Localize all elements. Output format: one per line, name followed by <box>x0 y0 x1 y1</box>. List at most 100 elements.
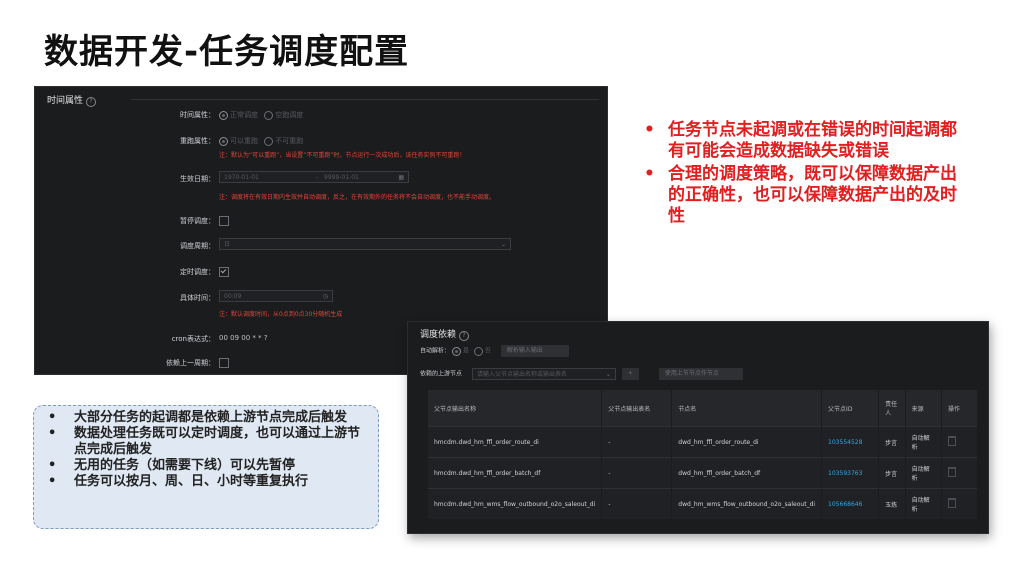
effective-date-label: 生效日期： <box>180 175 215 183</box>
upstream-placeholder: 请输入父节点输出名称或输出表名 <box>476 371 567 378</box>
col-source[interactable]: 来源 <box>905 390 943 427</box>
table-header-row: 父节点输出名称 父节点输出表名 节点名 父节点ID 责任人 来源 操作 <box>428 390 978 427</box>
schedule-period-value: 日 <box>224 241 231 248</box>
notes-box: 大部分任务的起调都是依赖上游节点完成后触发 数据处理任务既可以定时调度，也可以通… <box>33 405 379 529</box>
recommend-upstream-button[interactable]: 使用上节节点作节点 <box>658 368 743 380</box>
rerun-attribute-label: 重跑属性： <box>180 137 215 145</box>
time-section-header: 时间属性? <box>47 93 97 107</box>
cell-action <box>941 426 978 458</box>
col-node-name[interactable]: 节点名 <box>671 390 823 427</box>
page-title: 数据开发-任务调度配置 <box>44 32 410 72</box>
chevron-down-icon: ⌄ <box>500 241 506 248</box>
radio-auto-parse-no-label: 否 <box>484 347 491 355</box>
table-row: hmcdm.dwd_hm_ffl_order_batch_df - dwd_hm… <box>428 457 978 489</box>
col-parent-output[interactable]: 父节点输出名称 <box>428 390 603 427</box>
timed-schedule-checkbox[interactable] <box>219 267 229 277</box>
specific-time-value: 00:09 <box>224 293 242 300</box>
upstream-label: 依赖的上游节点 <box>420 370 463 378</box>
radio-auto-parse-yes[interactable] <box>451 346 461 356</box>
cell-parent-table: - <box>601 488 673 519</box>
cell-node-name: dwd_hm_wms_flow_outbound_o2o_saleout_di <box>671 488 823 519</box>
section-divider <box>131 99 599 100</box>
note-item: 任务可以按月、周、日、小时等重复执行 <box>44 474 370 490</box>
cell-parent-id-link[interactable]: 103593763 <box>821 457 880 489</box>
schedule-period-select[interactable]: 日 ⌄ <box>219 238 511 250</box>
end-date: 9999-01-01 <box>324 174 359 181</box>
col-parent-id[interactable]: 父节点ID <box>821 390 880 427</box>
upstream-row: 依赖的上游节点 请输入父节点输出名称或输出表名 ⌄ + 使用上节节点作节点 <box>420 368 743 380</box>
cell-parent-table: - <box>601 457 673 489</box>
specific-time-input[interactable]: 00:09 ◷ <box>219 290 333 302</box>
cron-value: 00 09 00 * * ? <box>219 334 268 342</box>
cell-parent-output: hmcdm.dwd_hm_ffl_order_route_di <box>428 426 603 458</box>
cell-parent-output: hmcdm.dwd_hm_wms_flow_outbound_o2o_saleo… <box>428 488 603 519</box>
auto-parse-row: 自动解析： 是 否 解析输入输出 <box>420 345 569 357</box>
radio-dry-run-label: 空跑调度 <box>275 111 304 119</box>
auto-parse-label: 自动解析： <box>420 347 451 355</box>
note-item: 无用的任务（如需要下线）可以先暂停 <box>44 458 370 474</box>
cell-source: 自动解析 <box>905 426 943 458</box>
trash-icon[interactable] <box>948 436 957 446</box>
cell-source: 自动解析 <box>905 457 943 489</box>
radio-auto-parse-yes-label: 是 <box>462 347 469 355</box>
depend-previous-checkbox[interactable] <box>219 358 229 368</box>
timed-schedule-label: 定时调度： <box>180 268 215 276</box>
radio-dry-run-schedule[interactable] <box>264 110 274 120</box>
radio-not-rerunnable[interactable] <box>264 136 274 146</box>
col-action: 操作 <box>941 390 978 427</box>
add-upstream-button[interactable]: + <box>621 368 639 380</box>
effective-date-range-input[interactable]: 1970-01-01 - 9999-01-01 ▦ <box>219 171 409 183</box>
radio-rerunnable[interactable] <box>219 136 228 146</box>
parse-io-button[interactable]: 解析输入输出 <box>500 345 569 357</box>
cell-parent-output: hmcdm.dwd_hm_ffl_order_batch_df <box>428 457 603 489</box>
dependency-section-header: 调度依赖? <box>420 327 470 341</box>
trash-icon[interactable] <box>948 467 957 477</box>
cell-source: 自动解析 <box>905 488 943 519</box>
effective-date-note: 注：调度将在有效日期内生效并自动调度，反之，在有效期外的任务将不会自动调度，也不… <box>219 194 496 201</box>
cell-owner: 步言 <box>878 457 906 489</box>
cell-node-name: dwd_hm_ffl_order_batch_df <box>671 457 823 489</box>
schedule-period-label: 调度周期： <box>180 242 215 250</box>
key-point: 任务节点未起调或在错误的时间起调都有可能会造成数据缺失或错误 <box>642 120 962 162</box>
time-attribute-label: 时间属性： <box>180 111 215 119</box>
col-parent-table[interactable]: 父节点输出表名 <box>601 390 673 427</box>
cell-parent-id-link[interactable]: 103554528 <box>821 426 880 458</box>
calendar-icon[interactable]: ▦ <box>398 172 404 184</box>
radio-not-rerunnable-label: 不可重跑 <box>275 137 304 145</box>
trash-icon[interactable] <box>948 498 957 508</box>
help-icon[interactable]: ? <box>86 97 97 107</box>
cell-parent-table: - <box>601 426 673 458</box>
depend-previous-label: 依赖上一周期： <box>166 359 215 367</box>
table-row: hmcdm.dwd_hm_wms_flow_outbound_o2o_saleo… <box>428 488 978 519</box>
help-icon[interactable]: ? <box>459 331 470 341</box>
time-section-title: 时间属性 <box>47 96 84 106</box>
key-point: 合理的调度策略，既可以保障数据产出的正确性，也可以保障数据产出的及时性 <box>642 164 962 227</box>
cell-owner: 步言 <box>878 426 906 458</box>
cell-action <box>941 457 978 489</box>
pause-schedule-label: 暂停调度： <box>180 217 215 225</box>
col-owner[interactable]: 责任人 <box>878 390 906 427</box>
upstream-search-input[interactable]: 请输入父节点输出名称或输出表名 ⌄ <box>471 368 616 380</box>
note-item: 数据处理任务既可以定时调度，也可以通过上游节点完成后触发 <box>44 426 370 458</box>
dependency-table: 父节点输出名称 父节点输出表名 节点名 父节点ID 责任人 来源 操作 hmcd… <box>428 390 978 519</box>
table-row: hmcdm.dwd_hm_ffl_order_route_di - dwd_hm… <box>428 426 978 458</box>
radio-normal-schedule[interactable] <box>219 110 228 120</box>
cell-action <box>941 488 978 519</box>
cell-owner: 玉炼 <box>878 488 906 519</box>
clock-icon[interactable]: ◷ <box>323 291 328 303</box>
chevron-down-icon: ⌄ <box>605 371 611 378</box>
pause-schedule-checkbox[interactable] <box>219 216 229 226</box>
rerun-note: 注：默认为“可以重跑”，当设置“不可重跑”时，节点运行一次成功后，该任务实例不可… <box>219 152 466 159</box>
radio-auto-parse-no[interactable] <box>473 346 483 356</box>
radio-normal-schedule-label: 正常调度 <box>230 111 258 119</box>
date-separator: - <box>316 174 319 181</box>
specific-time-label: 具体时间： <box>180 294 215 302</box>
specific-time-note: 注：默认调度时间，从0点到0点30分随机生成 <box>219 311 343 318</box>
cron-label: cron表达式： <box>171 335 215 343</box>
start-date: 1970-01-01 <box>224 174 259 181</box>
cell-parent-id-link[interactable]: 105668646 <box>821 488 880 519</box>
cell-node-name: dwd_hm_ffl_order_route_di <box>671 426 823 458</box>
radio-rerunnable-label: 可以重跑 <box>230 137 258 145</box>
note-item: 大部分任务的起调都是依赖上游节点完成后触发 <box>44 410 370 426</box>
dependency-section-title: 调度依赖 <box>420 330 457 340</box>
